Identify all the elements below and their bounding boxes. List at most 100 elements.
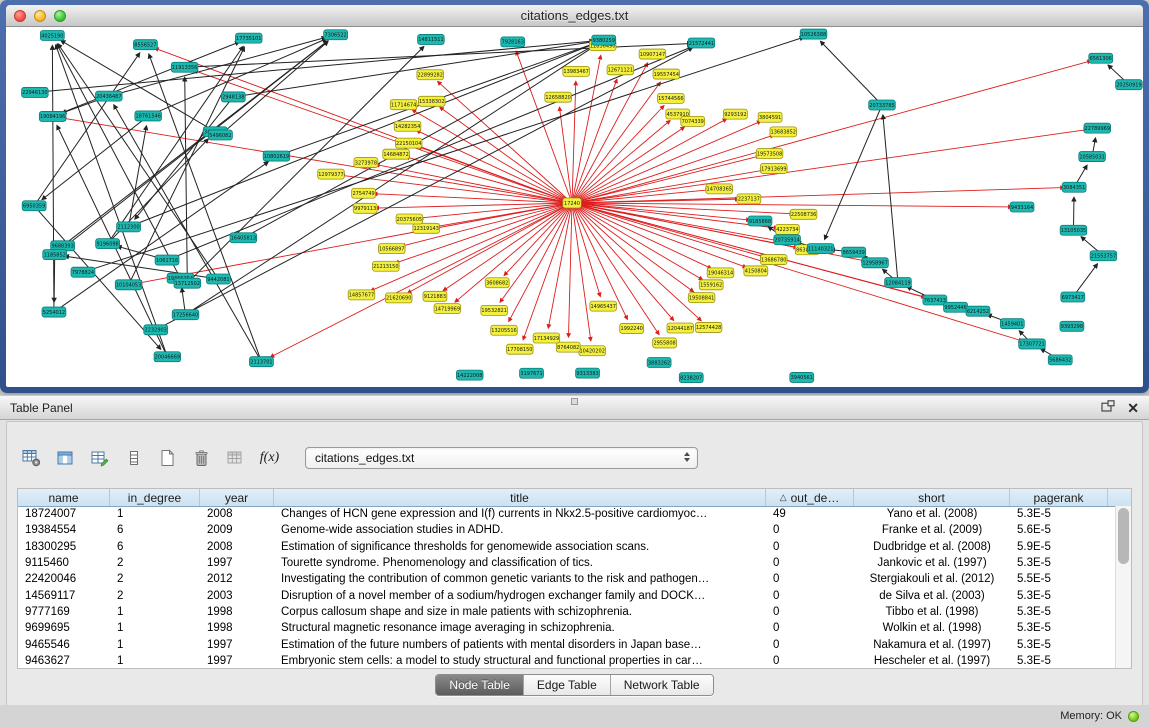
network-node-teal[interactable]: 14222008 xyxy=(456,370,483,380)
network-node-yellow[interactable]: 21213150 xyxy=(373,261,400,271)
citation-edge-red[interactable] xyxy=(572,106,664,203)
table-row[interactable]: 977716911998Corpus callosum shape and si… xyxy=(18,604,1116,620)
network-window-titlebar[interactable]: citations_edges.txt xyxy=(6,5,1143,27)
network-node-yellow[interactable]: 19573508 xyxy=(756,148,783,158)
tab-edge-table[interactable]: Edge Table xyxy=(523,675,610,695)
citation-edge-black[interactable] xyxy=(55,41,328,255)
citation-edge-red[interactable] xyxy=(572,135,774,203)
network-node-teal[interactable]: 1185852 xyxy=(43,250,67,260)
network-node-teal[interactable]: 9380259 xyxy=(592,35,616,45)
column-header-name[interactable]: name xyxy=(18,489,110,506)
citation-edge-black[interactable] xyxy=(883,115,898,283)
network-node-yellow[interactable]: 2955808 xyxy=(653,338,677,348)
citation-edge-red[interactable] xyxy=(572,130,1087,203)
network-node-yellow[interactable]: 3608682 xyxy=(485,278,509,288)
network-node-yellow[interactable]: 20375605 xyxy=(396,214,423,224)
network-node-yellow[interactable]: 13983467 xyxy=(563,66,590,76)
citation-edge-black[interactable] xyxy=(34,53,140,206)
network-node-teal[interactable]: 22789969 xyxy=(1084,123,1111,133)
network-node-yellow[interactable]: 4150804 xyxy=(744,266,768,276)
table-row[interactable]: 1872400712008Changes of HCN gene express… xyxy=(18,506,1116,522)
delete-table-button[interactable] xyxy=(187,445,216,471)
network-node-teal[interactable]: 7306522 xyxy=(324,30,348,40)
network-node-teal[interactable]: 8659439 xyxy=(842,247,866,257)
network-node-yellow[interactable]: 14684872 xyxy=(383,149,410,159)
table-row[interactable]: 946362711997Embryonic stem cells: a mode… xyxy=(18,653,1116,668)
network-node-yellow[interactable]: 12671121 xyxy=(607,65,634,75)
network-node-teal[interactable]: 20046669 xyxy=(154,352,181,362)
network-node-yellow[interactable]: 1559162 xyxy=(699,280,723,290)
network-node-teal[interactable]: 11140321 xyxy=(807,244,834,254)
network-node-yellow[interactable]: 19508841 xyxy=(688,293,715,303)
network-node-teal[interactable]: 16405813 xyxy=(230,233,257,243)
citation-edge-black[interactable] xyxy=(58,44,218,279)
network-node-yellow[interactable]: 17708150 xyxy=(506,344,533,354)
network-node-teal[interactable]: 8238207 xyxy=(679,373,703,383)
network-node-teal[interactable]: 17735101 xyxy=(235,33,262,43)
citation-edge-black[interactable] xyxy=(820,41,882,105)
network-node-teal[interactable]: 4025190 xyxy=(40,30,64,40)
network-node-teal[interactable]: 14811511 xyxy=(418,34,445,44)
network-node-teal[interactable]: 1061716 xyxy=(155,255,179,265)
network-node-teal[interactable]: 9952446 xyxy=(944,302,968,312)
network-node-yellow[interactable]: 9293192 xyxy=(723,109,747,119)
network-node-yellow[interactable]: 22508736 xyxy=(790,209,817,219)
row-tools-button[interactable] xyxy=(119,445,148,471)
network-node-teal[interactable]: 10104053 xyxy=(115,280,142,290)
network-node-teal[interactable]: 9393298 xyxy=(1060,321,1084,331)
network-node-yellow[interactable]: 19532821 xyxy=(481,305,508,315)
network-node-yellow[interactable]: 17913699 xyxy=(760,163,787,173)
network-node-teal[interactable]: 22946130 xyxy=(22,87,49,97)
network-node-yellow[interactable]: 10907147 xyxy=(639,49,666,59)
splitter-handle[interactable] xyxy=(571,398,578,405)
network-node-teal[interactable]: 11913356 xyxy=(171,62,198,72)
network-node-yellow[interactable]: 14857677 xyxy=(348,290,375,300)
tab-network-table[interactable]: Network Table xyxy=(610,675,713,695)
network-node-yellow[interactable]: 3273978 xyxy=(354,158,378,168)
network-node-yellow[interactable]: 10420202 xyxy=(579,346,606,356)
network-node-teal[interactable]: 21572441 xyxy=(688,38,715,48)
tab-node-table[interactable]: Node Table xyxy=(436,675,523,695)
edit-table-button[interactable] xyxy=(85,445,114,471)
column-header-out_degree[interactable]: △out_de… xyxy=(766,489,854,506)
network-node-teal[interactable]: 13105035 xyxy=(1060,225,1087,235)
network-node-teal[interactable]: 6950359 xyxy=(22,201,46,211)
citation-edge-red[interactable] xyxy=(559,107,572,203)
network-node-teal[interactable]: 20733785 xyxy=(869,100,896,110)
network-node-teal[interactable]: 5254012 xyxy=(42,307,66,317)
network-node-teal[interactable]: 3940561 xyxy=(790,372,814,382)
table-row[interactable]: 969969511998Structural magnetic resonanc… xyxy=(18,620,1116,636)
scrollbar-thumb[interactable] xyxy=(1118,508,1129,564)
network-node-teal[interactable]: 2948138 xyxy=(221,92,245,102)
network-node-teal[interactable]: 10802619 xyxy=(263,151,290,161)
column-header-title[interactable]: title xyxy=(274,489,766,506)
network-node-teal[interactable]: 12084119 xyxy=(885,278,912,288)
zoom-window-button[interactable] xyxy=(54,10,66,22)
citation-edge-red[interactable] xyxy=(572,55,601,203)
table-row[interactable]: 1456911722003Disruption of a novel membe… xyxy=(18,587,1116,603)
table-row[interactable]: 911546021997Tourette syndrome. Phenomeno… xyxy=(18,555,1116,571)
network-node-teal[interactable]: 10526388 xyxy=(800,29,827,39)
citation-edge-red[interactable] xyxy=(572,203,694,292)
column-header-pagerank[interactable]: pagerank xyxy=(1010,489,1108,506)
network-node-yellow[interactable]: 21620690 xyxy=(385,293,412,303)
citation-edge-red[interactable] xyxy=(194,71,572,203)
citation-edge-red[interactable] xyxy=(500,203,572,302)
network-node-yellow[interactable]: 15338302 xyxy=(418,96,445,106)
float-panel-icon[interactable] xyxy=(1101,399,1115,417)
create-table-button[interactable] xyxy=(153,445,182,471)
close-panel-icon[interactable]: ✕ xyxy=(1127,402,1139,414)
network-graph[interactable]: 1265882013983467128364901267112110907147… xyxy=(6,27,1143,387)
network-node-teal[interactable]: 12958967 xyxy=(862,258,889,268)
network-node-yellow[interactable]: 13683852 xyxy=(770,127,797,137)
network-node-yellow[interactable]: 15744566 xyxy=(658,93,685,103)
network-node-yellow[interactable]: 9979113 xyxy=(353,203,377,213)
table-row[interactable]: 1830029562008Estimation of significance … xyxy=(18,539,1116,555)
network-node-teal[interactable]: 20250919 xyxy=(1116,80,1143,90)
network-node-teal[interactable]: 5496082 xyxy=(208,130,232,140)
network-node-teal[interactable]: 2232903 xyxy=(144,325,168,335)
network-node-yellow[interactable]: 12574428 xyxy=(695,322,722,332)
citation-edge-black[interactable] xyxy=(54,255,55,302)
network-node-teal[interactable]: 5686432 xyxy=(1048,355,1072,365)
network-node-teal[interactable]: 7978824 xyxy=(71,267,95,277)
